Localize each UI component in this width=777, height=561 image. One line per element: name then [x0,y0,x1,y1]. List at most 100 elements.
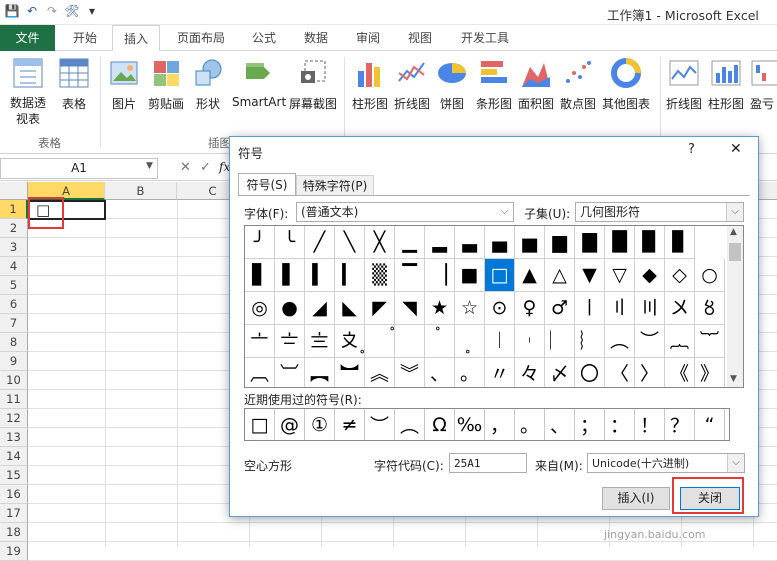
selected-symbol-cell[interactable]: □ [485,259,515,292]
select-all-corner[interactable] [0,182,28,200]
line-chart-button[interactable]: 折线图 [392,57,432,112]
pie-chart-button[interactable]: 饼图 [436,57,468,112]
row-header-16[interactable]: 16 [0,485,28,504]
shapes-button[interactable]: 形状 [192,57,224,112]
symbol-cell[interactable]: ▃ [455,226,485,259]
row-header-19[interactable]: 19 [0,542,28,561]
symbol-cell[interactable]: ▎ [335,259,365,292]
scroll-up-icon[interactable]: ▲ [730,227,737,237]
redo-icon[interactable]: ↷ [44,3,60,19]
symbol-cell[interactable]: ▇ [575,226,605,259]
recent-symbol-cell[interactable]: 、 [545,409,575,440]
symbol-cell[interactable]: ︲ [515,325,545,358]
row-header-11[interactable]: 11 [0,390,28,409]
symbol-cell[interactable]: 《 [665,358,695,387]
recent-symbol-cell[interactable]: ： [605,409,635,440]
sparkline-column-button[interactable]: 柱形图 [706,57,746,112]
row-header-12[interactable]: 12 [0,409,28,428]
symbol-cell[interactable]: ◎ [245,292,275,325]
from-select[interactable]: Unicode(十六进制) ⌵ [587,453,745,473]
symbol-cell[interactable]: ▍ [305,259,335,292]
tab-review[interactable]: 审阅 [346,25,390,51]
save-icon[interactable]: 💾 [4,3,20,19]
undo-icon[interactable]: ↶ [24,3,40,19]
symbol-cell[interactable]: ◆ [635,259,665,292]
customize-qat-icon[interactable]: ▾ [84,3,100,19]
symbol-cell[interactable]: ♀ [515,292,545,325]
symbol-cell[interactable]: 〡 [575,292,605,325]
row-header-14[interactable]: 14 [0,447,28,466]
bar-chart-button[interactable]: 条形图 [474,57,514,112]
symbol-cell[interactable]: ╱ [305,226,335,259]
symbol-cell[interactable]: ▔ [395,259,425,292]
symbol-cell[interactable]: ▽ [605,259,635,292]
tab-symbols[interactable]: 符号(S) [238,173,296,195]
row-header-13[interactable]: 13 [0,428,28,447]
symbol-cell[interactable]: ▂ [425,226,455,259]
recent-symbol-cell[interactable]: □ [245,409,275,440]
symbol-cell[interactable]: ︻ [305,358,335,387]
recent-symbol-cell[interactable]: ‰ [455,409,485,440]
symbol-cell[interactable]: 》 [695,358,725,387]
pivot-table-button[interactable]: 数据透视表 [4,57,52,127]
symbol-cell[interactable]: 〢 [605,292,635,325]
recent-symbol-cell[interactable]: ≠ [335,409,365,440]
symbol-cell[interactable]: ︺ [275,358,305,387]
symbol-cell[interactable]: 〦 [245,325,275,358]
symbol-cell[interactable]: ▕ [425,259,455,292]
row-header-18[interactable]: 18 [0,523,28,542]
symbol-cell[interactable]: 〉 [635,358,665,387]
symbol-cell[interactable]: ★ [425,292,455,325]
tab-special-characters[interactable]: 特殊字符(P) [296,175,374,195]
tab-insert[interactable]: 插入 [112,25,160,52]
symbol-cell[interactable]: ︼ [335,358,365,387]
symbol-cell[interactable]: ︱ [485,325,515,358]
symbol-cell[interactable]: ︶ [635,325,665,358]
row-header-4[interactable]: 4 [0,257,28,276]
symbol-cell[interactable]: ︽ [365,358,395,387]
other-charts-button[interactable]: 其他图表 [600,57,652,112]
tab-page-layout[interactable]: 页面布局 [168,25,234,51]
symbol-cell[interactable]: ▲ [515,259,545,292]
symbol-cell[interactable]: ▊ [665,226,695,259]
symbol-cell[interactable]: ◣ [335,292,365,325]
symbol-cell[interactable]: 〥 [695,292,725,325]
smartart-button[interactable]: SmartArt [232,57,286,109]
symbol-cell[interactable]: ▋ [245,259,275,292]
row-header-17[interactable]: 17 [0,504,28,523]
row-header-5[interactable]: 5 [0,276,28,295]
symbol-cell[interactable]: ▉ [635,226,665,259]
symbol-cell[interactable]: 〈 [605,358,635,387]
symbol-cell[interactable]: 。 [455,358,485,387]
recent-symbol-cell[interactable]: Ω [425,409,455,440]
recent-symbol-cell[interactable]: ， [485,409,515,440]
picture-button[interactable]: 图片 [106,57,142,112]
row-header-9[interactable]: 9 [0,352,28,371]
symbol-cell[interactable]: ▆ [545,226,575,259]
confirm-entry-icon[interactable]: ✓ [200,160,211,175]
tab-formulas[interactable]: 公式 [242,25,286,51]
recent-symbol-cell[interactable]: ！ [635,409,665,440]
symbol-cell[interactable]: ○ [695,259,725,292]
area-chart-button[interactable]: 面积图 [516,57,556,112]
row-header-1[interactable]: 1 [0,200,28,219]
symbol-cell[interactable]: ■ [455,259,485,292]
recent-symbol-cell[interactable]: “ [695,409,725,440]
symbol-cell[interactable]: 〧 [275,325,305,358]
symbol-cell[interactable]: ▁ [395,226,425,259]
symbol-cell[interactable]: ▅ [515,226,545,259]
row-header-7[interactable]: 7 [0,314,28,333]
symbol-cell[interactable]: ▒ [365,259,395,292]
symbol-cell[interactable]: ︴ [575,325,605,358]
sparkline-line-button[interactable]: 折线图 [664,57,704,112]
column-header-b[interactable]: B [105,182,177,200]
tab-file[interactable]: 文件 [0,25,55,51]
symbol-cell[interactable]: 、 [425,358,455,387]
symbol-cell[interactable]: 〪 [365,325,395,358]
recent-symbol-cell[interactable]: ； [575,409,605,440]
insert-button[interactable]: 插入(I) [602,487,670,510]
tab-view[interactable]: 视图 [398,25,442,51]
symbol-cell[interactable]: ▄ [485,226,515,259]
scroll-thumb[interactable] [729,243,741,261]
symbol-cell[interactable]: ◢ [305,292,335,325]
